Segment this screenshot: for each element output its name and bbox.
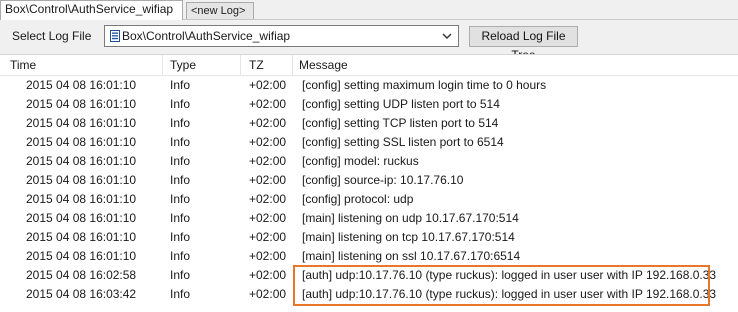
cell-type: Info [170,78,191,92]
cell-tz: +02:00 [249,287,287,301]
tab-bar: Box\Control\AuthService_wifiap <new Log> [0,0,738,20]
column-header-message[interactable]: Message [293,55,738,75]
cell-message: [config] setting SSL listen port to 6514 [302,135,504,149]
cell-type: Info [170,97,191,111]
table-row[interactable]: 2015 04 08 16:01:10 Info +02:00 [config]… [0,171,738,190]
selected-log-file: Box\Control\AuthService_wifiap [122,29,291,43]
chevron-down-icon[interactable] [442,32,452,40]
cell-type: Info [170,173,191,187]
table-header: Time Type TZ Message [0,55,738,76]
cell-type: Info [170,268,191,282]
file-tree-icon [110,30,120,42]
cell-message: [main] listening on tcp 10.17.67.170:514 [302,230,515,244]
cell-tz: +02:00 [249,78,287,92]
cell-tz: +02:00 [249,97,287,111]
cell-time: 2015 04 08 16:01:10 [26,192,137,206]
cell-type: Info [170,135,191,149]
cell-type: Info [170,116,191,130]
cell-tz: +02:00 [249,192,287,206]
cell-message: [auth] udp:10.17.76.10 (type ruckus): lo… [302,287,717,301]
table-row[interactable]: 2015 04 08 16:01:10 Info +02:00 [config]… [0,76,738,95]
log-toolbar: Select Log File Box\Control\AuthService_… [0,20,738,62]
cell-type: Info [170,230,191,244]
cell-type: Info [170,154,191,168]
cell-message: [config] setting maximum login time to 0… [302,78,547,92]
reload-log-file-tree-button[interactable]: Reload Log File Tree [469,26,578,62]
cell-time: 2015 04 08 16:01:10 [26,173,137,187]
log-table: Time Type TZ Message 2015 04 08 16:01:10… [0,54,738,312]
cell-tz: +02:00 [249,230,287,244]
cell-type: Info [170,249,191,263]
cell-type: Info [170,287,191,301]
cell-message: [main] listening on ssl 10.17.67.170:651… [302,249,521,263]
table-row[interactable]: 2015 04 08 16:01:10 Info +02:00 [config]… [0,190,738,209]
cell-time: 2015 04 08 16:01:10 [26,78,137,92]
table-row[interactable]: 2015 04 08 16:01:10 Info +02:00 [main] l… [0,228,738,247]
log-file-select[interactable]: Box\Control\AuthService_wifiap [104,25,459,47]
cell-time: 2015 04 08 16:01:10 [26,135,137,149]
cell-time: 2015 04 08 16:01:10 [26,211,137,225]
cell-time: 2015 04 08 16:03:42 [26,287,137,301]
cell-tz: +02:00 [249,154,287,168]
cell-tz: +02:00 [249,211,287,225]
cell-time: 2015 04 08 16:01:10 [26,97,137,111]
cell-tz: +02:00 [249,173,287,187]
cell-tz: +02:00 [249,135,287,149]
table-row[interactable]: 2015 04 08 16:01:10 Info +02:00 [main] l… [0,209,738,228]
cell-tz: +02:00 [249,268,287,282]
cell-message: [config] source-ip: 10.17.76.10 [302,173,464,187]
column-header-tz[interactable]: TZ [241,55,293,75]
cell-tz: +02:00 [249,249,287,263]
cell-message: [config] setting TCP listen port to 514 [302,116,499,130]
table-row[interactable]: 2015 04 08 16:03:42 Info +02:00 [auth] u… [0,285,738,304]
table-row[interactable]: 2015 04 08 16:02:58 Info +02:00 [auth] u… [0,266,738,285]
cell-message: [main] listening on udp 10.17.67.170:514 [302,211,519,225]
table-row[interactable]: 2015 04 08 16:01:10 Info +02:00 [config]… [0,152,738,171]
table-row[interactable]: 2015 04 08 16:01:10 Info +02:00 [config]… [0,133,738,152]
cell-time: 2015 04 08 16:01:10 [26,230,137,244]
select-log-file-label: Select Log File [12,29,92,43]
cell-tz: +02:00 [249,116,287,130]
cell-message: [auth] udp:10.17.76.10 (type ruckus): lo… [302,268,717,282]
cell-time: 2015 04 08 16:01:10 [26,116,137,130]
table-row[interactable]: 2015 04 08 16:01:10 Info +02:00 [config]… [0,114,738,133]
tab-authservice-wifiap[interactable]: Box\Control\AuthService_wifiap [0,0,183,20]
cell-type: Info [170,192,191,206]
cell-time: 2015 04 08 16:01:10 [26,249,137,263]
cell-type: Info [170,211,191,225]
table-row[interactable]: 2015 04 08 16:01:10 Info +02:00 [config]… [0,95,738,114]
tab-new-log[interactable]: <new Log> [186,2,254,19]
table-row[interactable]: 2015 04 08 16:01:10 Info +02:00 [main] l… [0,247,738,266]
cell-message: [config] protocol: udp [302,192,414,206]
cell-message: [config] setting UDP listen port to 514 [302,97,500,111]
cell-time: 2015 04 08 16:01:10 [26,154,137,168]
column-header-type[interactable]: Type [163,55,241,75]
table-body: 2015 04 08 16:01:10 Info +02:00 [config]… [0,76,738,304]
column-header-time[interactable]: Time [0,55,163,75]
cell-time: 2015 04 08 16:02:58 [26,268,137,282]
cell-message: [config] model: ruckus [302,154,419,168]
